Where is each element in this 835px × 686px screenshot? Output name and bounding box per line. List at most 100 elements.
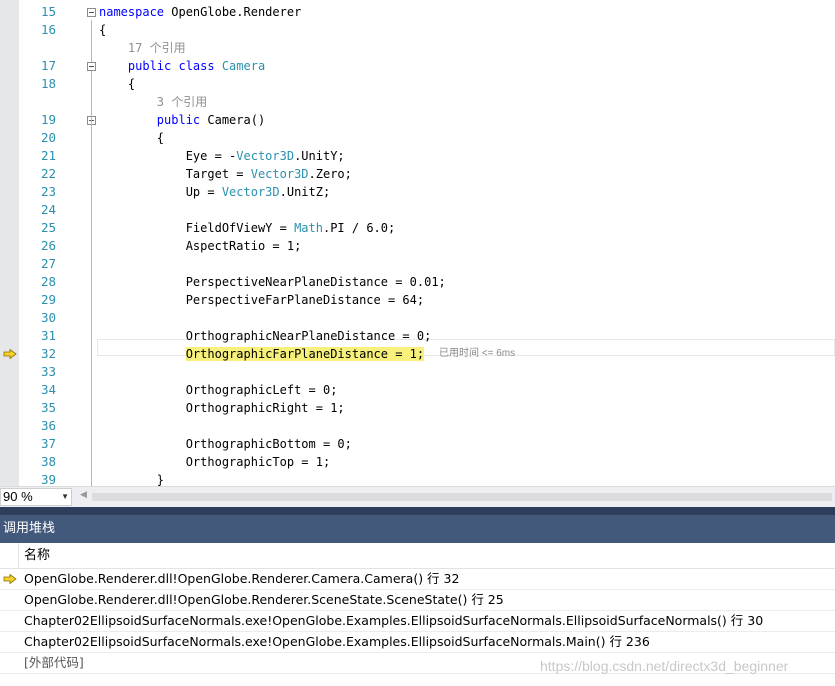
code-token: OrthographicRight = 1; (99, 401, 345, 415)
type-token: Camera (221, 59, 266, 73)
code-line[interactable]: 35 OrthographicRight = 1; (0, 399, 835, 417)
line-number: 27 (40, 256, 56, 271)
code-token: { (99, 77, 136, 91)
collapse-box-icon[interactable] (87, 62, 96, 71)
code-line[interactable]: 38 OrthographicTop = 1; (0, 453, 835, 471)
code-line[interactable]: 29 PerspectiveFarPlaneDistance = 64; (0, 291, 835, 309)
code-text: namespace OpenGlobe.Renderer (99, 3, 301, 21)
code-token: OpenGlobe.Renderer (171, 5, 302, 19)
column-name-label: 名称 (24, 548, 51, 563)
code-token: Camera() (207, 113, 266, 127)
code-line[interactable]: 17 public class Camera (0, 57, 835, 75)
code-text: 3 个引用 (99, 93, 207, 111)
type-token: Vector3D (250, 167, 309, 181)
code-token: .UnitY; (294, 149, 345, 163)
code-line[interactable]: 20 { (0, 129, 835, 147)
code-token: OrthographicLeft = 0; (99, 383, 338, 397)
code-line[interactable]: 17 个引用 (0, 39, 835, 57)
code-token: .UnitZ; (279, 185, 331, 199)
elapsed-time-hint: 已用时间 <= 6ms (439, 348, 516, 359)
callstack-column-header[interactable]: 名称 (0, 543, 835, 569)
code-line[interactable]: 36 (0, 417, 835, 435)
code-text: 17 个引用 (99, 39, 186, 57)
line-number: 37 (40, 436, 56, 451)
code-line[interactable]: 32 OrthographicFarPlaneDistance = 1; 已用时间… (0, 345, 835, 363)
code-line[interactable]: 25 FieldOfViewY = Math.PI / 6.0; (0, 219, 835, 237)
code-line[interactable]: 37 OrthographicBottom = 0; (0, 435, 835, 453)
code-line[interactable]: 28 PerspectiveNearPlaneDistance = 0.01; (0, 273, 835, 291)
current-frame-arrow-icon (3, 574, 17, 584)
code-text: PerspectiveNearPlaneDistance = 0.01; (99, 273, 446, 291)
codelens-reference[interactable]: 17 个引用 (99, 41, 186, 55)
code-line[interactable]: 27 (0, 255, 835, 273)
code-text: PerspectiveFarPlaneDistance = 64; (99, 291, 424, 309)
code-text: OrthographicNearPlaneDistance = 0; (99, 327, 432, 345)
code-line[interactable]: 21 Eye = -Vector3D.UnitY; (0, 147, 835, 165)
code-line[interactable]: 19 public Camera() (0, 111, 835, 129)
zoom-select[interactable]: 90 % ▼ (0, 488, 72, 506)
callstack-row[interactable]: OpenGlobe.Renderer.dll!OpenGlobe.Rendere… (0, 590, 835, 611)
codelens-reference[interactable]: 3 个引用 (99, 95, 207, 109)
code-text: OrthographicRight = 1; (99, 399, 345, 417)
line-number: 28 (40, 274, 56, 289)
line-number: 32 (40, 346, 56, 361)
code-line[interactable]: 22 Target = Vector3D.Zero; (0, 165, 835, 183)
code-token: OrthographicBottom = 0; (99, 437, 352, 451)
callstack-row[interactable]: OpenGlobe.Renderer.dll!OpenGlobe.Rendere… (0, 569, 835, 590)
code-line[interactable]: 24 (0, 201, 835, 219)
code-line[interactable]: 31 OrthographicNearPlaneDistance = 0; (0, 327, 835, 345)
chevron-down-icon[interactable]: ▼ (61, 489, 69, 505)
code-line[interactable]: 39 } (0, 471, 835, 486)
code-text: Eye = -Vector3D.UnitY; (99, 147, 345, 165)
code-line[interactable]: 33 (0, 363, 835, 381)
code-line[interactable]: 16 { (0, 21, 835, 39)
scroll-left-icon[interactable]: ◀ (80, 490, 87, 500)
callstack-frame-name: Chapter02EllipsoidSurfaceNormals.exe!Ope… (24, 634, 650, 649)
line-number: 21 (40, 148, 56, 163)
line-number: 25 (40, 220, 56, 235)
code-token: AspectRatio = 1; (99, 239, 302, 253)
watermark: https://blog.csdn.net/directx3d_beginner (540, 658, 789, 674)
code-token: .Zero; (308, 167, 352, 181)
code-line[interactable]: 15 namespace OpenGlobe.Renderer (0, 3, 835, 21)
horizontal-scrollbar[interactable] (92, 493, 832, 501)
callstack-header: 调用堆栈 (0, 515, 835, 543)
line-number: 23 (40, 184, 56, 199)
fold-guide (91, 143, 92, 486)
callstack-frame-name: Chapter02EllipsoidSurfaceNormals.exe!Ope… (24, 613, 764, 628)
collapse-box-icon[interactable] (87, 8, 96, 17)
panel-splitter[interactable] (0, 507, 835, 515)
line-number: 35 (40, 400, 56, 415)
code-text: OrthographicBottom = 0; (99, 435, 352, 453)
callstack-row[interactable]: Chapter02EllipsoidSurfaceNormals.exe!Ope… (0, 632, 835, 653)
code-token: } (99, 473, 165, 486)
code-text: } (99, 471, 164, 486)
code-text: Target = Vector3D.Zero; (99, 165, 352, 183)
callstack-row[interactable]: Chapter02EllipsoidSurfaceNormals.exe!Ope… (0, 611, 835, 632)
code-line[interactable]: 23 Up = Vector3D.UnitZ; (0, 183, 835, 201)
code-text: { (99, 21, 106, 39)
code-editor[interactable]: 15 namespace OpenGlobe.Renderer 16 { 17 个引用… (0, 0, 835, 486)
highlighted-statement: OrthographicFarPlaneDistance = 1; (185, 347, 425, 361)
line-number: 17 (40, 58, 56, 73)
code-text: AspectRatio = 1; (99, 237, 302, 255)
keyword-token: public class (127, 59, 222, 73)
line-number: 18 (40, 76, 56, 91)
code-line[interactable]: 34 OrthographicLeft = 0; (0, 381, 835, 399)
code-token: { (99, 131, 165, 145)
code-text: public class Camera (99, 57, 265, 75)
line-number: 15 (40, 4, 56, 19)
instruction-pointer-arrow-icon[interactable] (3, 349, 17, 359)
code-line[interactable]: 18 { (0, 75, 835, 93)
code-token: { (99, 23, 107, 37)
line-number: 36 (40, 418, 56, 433)
type-token: Vector3D (236, 149, 295, 163)
type-token: Math (294, 221, 323, 235)
code-text: OrthographicFarPlaneDistance = 1; (99, 345, 425, 363)
code-line[interactable]: 3 个引用 (0, 93, 835, 111)
code-line[interactable]: 30 (0, 309, 835, 327)
code-line[interactable]: 26 AspectRatio = 1; (0, 237, 835, 255)
code-token: FieldOfViewY = (99, 221, 295, 235)
